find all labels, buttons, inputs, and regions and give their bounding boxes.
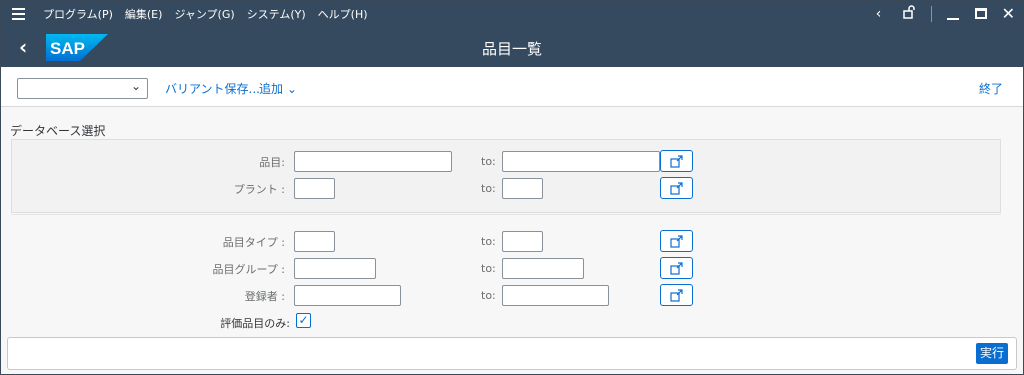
menu-program[interactable]: プログラム(P) [43, 6, 113, 22]
valuated-only-label: 評価品目のみ: [220, 317, 290, 330]
close-icon[interactable]: ✕ [1002, 6, 1015, 22]
valuated-only-checkbox[interactable]: ✓ [296, 313, 311, 328]
material-type-from-input[interactable] [294, 231, 335, 252]
material-to-input[interactable] [502, 151, 660, 172]
chevron-down-icon: ⌄ [286, 82, 297, 96]
plant-label: プラント : [233, 183, 285, 196]
exit-button[interactable]: 終了 [979, 80, 1003, 97]
material-type-label: 品目タイプ : [222, 236, 285, 249]
material-type-to-input[interactable] [502, 231, 543, 252]
application-toolbar: ⌄ バリアント保存... 追加 ⌄ 終了 [1, 67, 1023, 107]
to-label: to: [481, 289, 496, 302]
menu-system[interactable]: システム(Y) [247, 6, 306, 22]
status-footer: 実行 [7, 337, 1017, 370]
multiple-selection-icon [670, 289, 683, 302]
material-label: 品目: [259, 156, 285, 169]
divider [11, 214, 1001, 215]
page-title: 品目一覧 [481, 40, 542, 58]
chevron-down-icon: ⌄ [130, 79, 141, 93]
multiple-selection-icon [670, 235, 683, 248]
add-label: 追加 [259, 82, 284, 96]
minimize-icon[interactable] [946, 7, 960, 21]
menu-bar: プログラム(P) 編集(E) ジャンプ(G) システム(Y) ヘルプ(H) ‹ … [1, 1, 1023, 27]
separator [930, 6, 932, 22]
material-group-multiple-selection-button[interactable] [660, 257, 693, 279]
chevron-left-icon[interactable]: ‹ [871, 6, 887, 22]
add-menu-button[interactable]: 追加 ⌄ [259, 80, 297, 97]
save-variant-button[interactable]: バリアント保存... [165, 80, 260, 97]
shell-header: ‹ SAP 品目一覧 [1, 27, 1023, 67]
group-title: データベース選択 [10, 124, 106, 138]
to-label: to: [481, 262, 496, 275]
material-group-label: 品目グループ : [212, 263, 285, 276]
material-group-to-input[interactable] [502, 258, 584, 279]
maximize-icon[interactable] [974, 7, 988, 21]
created-by-from-input[interactable] [294, 285, 401, 306]
plant-to-input[interactable] [502, 178, 543, 199]
material-group-from-input[interactable] [294, 258, 376, 279]
material-multiple-selection-button[interactable] [660, 150, 693, 172]
multiple-selection-icon [670, 155, 683, 168]
material-from-input[interactable] [294, 151, 452, 172]
unlock-icon[interactable] [901, 5, 917, 23]
variant-select[interactable]: ⌄ [17, 78, 148, 99]
material-type-multiple-selection-button[interactable] [660, 230, 693, 252]
execute-button[interactable]: 実行 [975, 343, 1008, 364]
to-label: to: [481, 235, 496, 248]
to-label: to: [481, 155, 496, 168]
plant-from-input[interactable] [294, 178, 335, 199]
multiple-selection-icon [670, 262, 683, 275]
created-by-to-input[interactable] [502, 285, 609, 306]
hamburger-menu-icon[interactable] [5, 1, 31, 27]
sap-window: プログラム(P) 編集(E) ジャンプ(G) システム(Y) ヘルプ(H) ‹ … [0, 0, 1024, 375]
menu-goto[interactable]: ジャンプ(G) [174, 6, 234, 22]
menu-help[interactable]: ヘルプ(H) [318, 6, 368, 22]
menu-edit[interactable]: 編集(E) [125, 6, 163, 22]
checkmark-icon: ✓ [298, 313, 309, 327]
created-by-label: 登録者 : [244, 290, 285, 303]
multiple-selection-icon [670, 182, 683, 195]
plant-multiple-selection-button[interactable] [660, 177, 693, 199]
created-by-multiple-selection-button[interactable] [660, 284, 693, 306]
to-label: to: [481, 182, 496, 195]
window-controls: ‹ ✕ [871, 1, 1015, 27]
